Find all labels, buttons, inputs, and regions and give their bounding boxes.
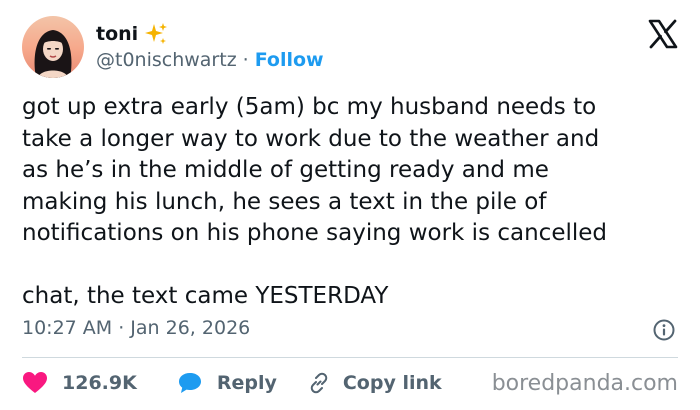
likes-count: 126.9K [62,372,137,394]
tweet-card: toni @t0nischwartz · Follow got up extra… [0,0,700,410]
tweet-timestamp[interactable]: 10:27 AM · Jan 26, 2026 [22,317,250,339]
info-icon[interactable] [652,318,676,342]
speech-bubble-icon [177,371,203,395]
like-button[interactable]: 126.9K [22,371,137,395]
tweet-actions: 126.9K Reply Copy link [22,368,442,398]
divider [22,357,678,358]
sparkles-icon [144,22,168,46]
avatar[interactable] [22,16,84,78]
avatar-illustration [22,16,84,78]
follow-button[interactable]: Follow [255,49,324,71]
reply-label: Reply [216,372,277,394]
heart-icon [22,371,48,395]
watermark: boredpanda.com [491,371,678,396]
x-logo-icon[interactable] [648,19,678,49]
copy-link-label: Copy link [342,372,442,394]
author-name-row: toni [96,22,168,46]
separator-dot: · [242,49,249,71]
tweet-text: got up extra early (5am) bc my husband n… [22,94,608,309]
display-name[interactable]: toni [96,23,138,45]
copy-link-button[interactable]: Copy link [307,371,442,395]
author-handle-row: @t0nischwartz · Follow [96,49,324,71]
link-icon [307,371,331,395]
author-handle[interactable]: @t0nischwartz [96,49,237,71]
reply-button[interactable]: Reply [177,371,277,395]
